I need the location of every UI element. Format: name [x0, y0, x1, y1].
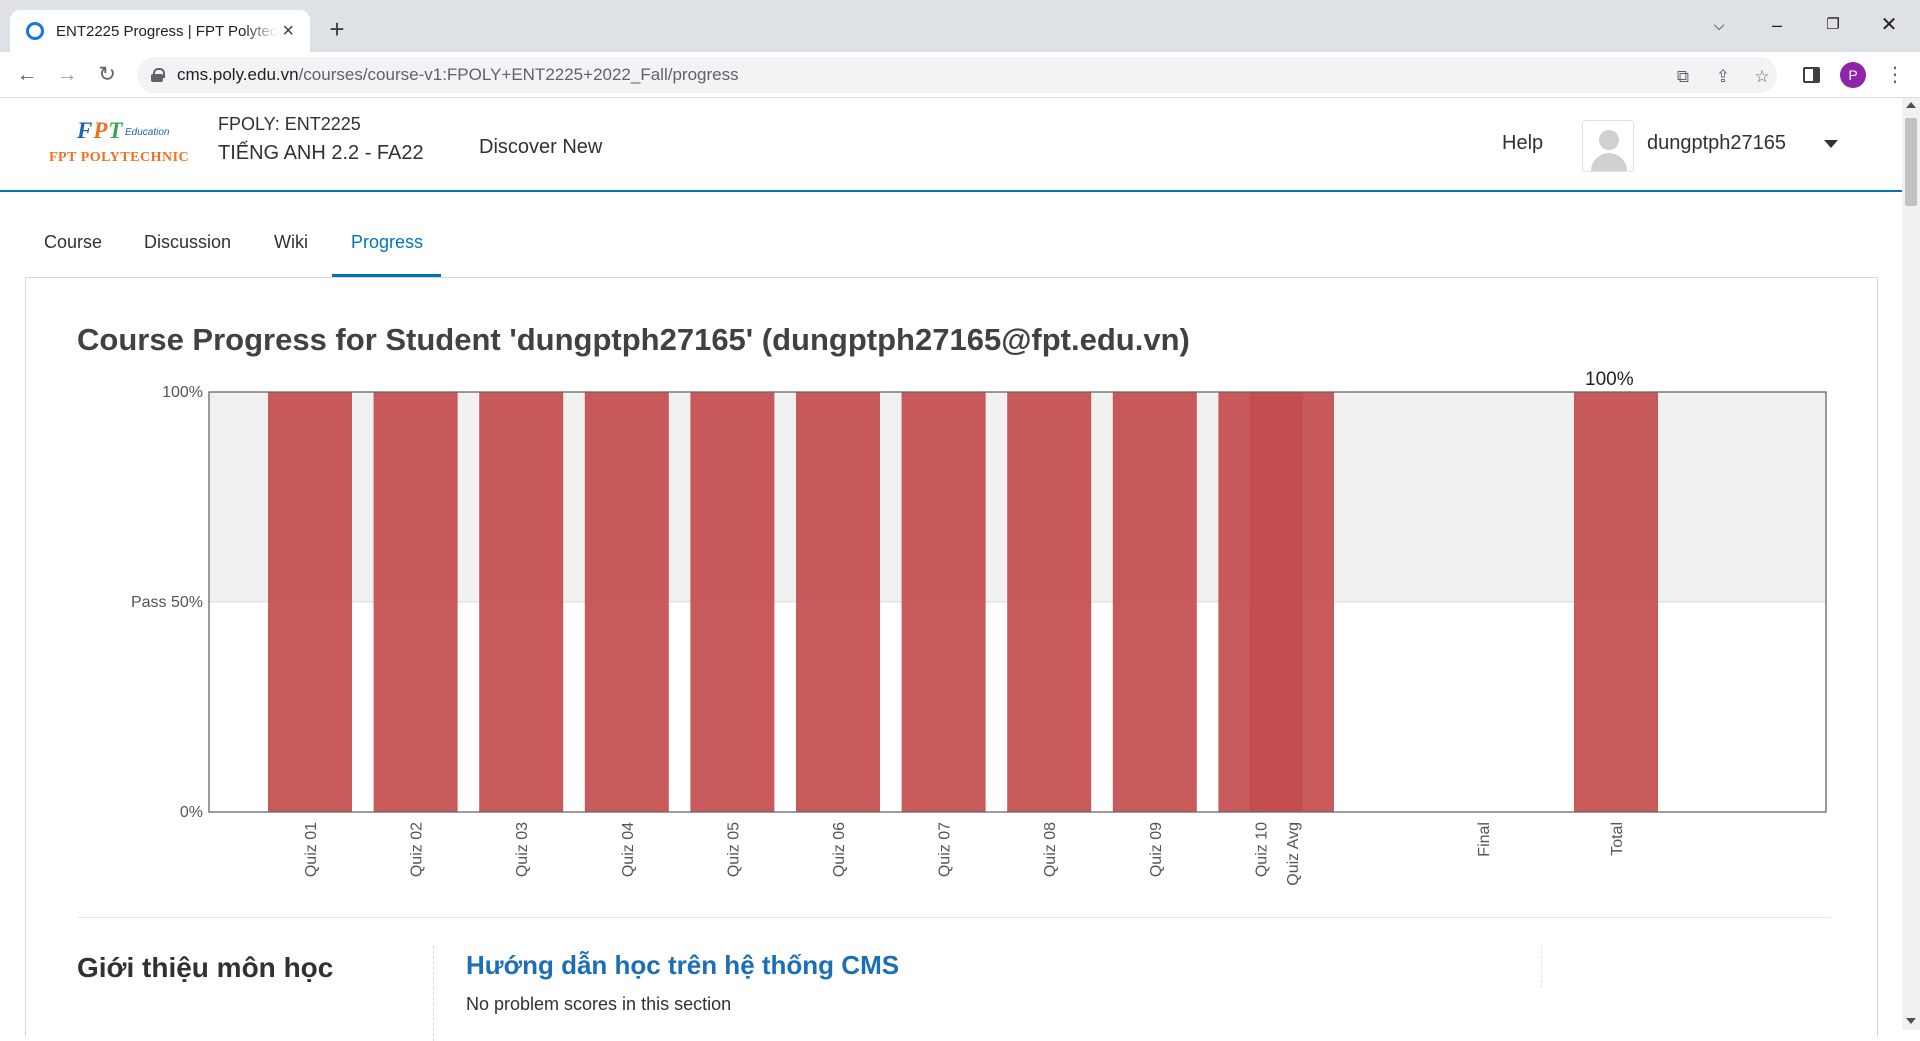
tab-course[interactable]: Course	[44, 222, 102, 278]
subsection-link[interactable]: Hướng dẫn học trên hệ thống CMS	[466, 950, 899, 981]
tab-discussion[interactable]: Discussion	[144, 222, 231, 278]
x-tick-label: Quiz 07	[937, 822, 954, 877]
x-tick-label: Quiz 01	[303, 822, 320, 877]
tab-search-chevron-icon[interactable]: ⌵	[1694, 10, 1744, 40]
progress-card: Course Progress for Student 'dungptph271…	[25, 277, 1878, 1041]
avatar-head-shape	[1599, 130, 1619, 150]
x-tick-label: Quiz 03	[514, 822, 531, 877]
x-tick-label: Quiz 09	[1148, 822, 1165, 877]
x-tick-label: Final	[1476, 822, 1493, 857]
scroll-thumb[interactable]	[1905, 118, 1917, 206]
grade-bar	[796, 392, 880, 812]
grade-bar	[1112, 392, 1197, 812]
lock-icon[interactable]	[151, 68, 165, 82]
logo-education-text: Education	[125, 127, 170, 138]
x-tick-label: Quiz 04	[620, 822, 637, 877]
grade-bar	[268, 392, 352, 812]
tab-title: ENT2225 Progress | FPT Polytechnic	[56, 22, 278, 40]
restore-icon[interactable]: ❐	[1808, 10, 1858, 40]
browser-menu-icon[interactable]: ⋮	[1885, 59, 1905, 91]
section-divider	[77, 917, 1830, 918]
grade-bar	[584, 392, 669, 812]
course-org: FPOLY: ENT2225	[218, 114, 361, 134]
y-tick-label: 100%	[162, 384, 203, 401]
username-menu[interactable]: dungptph27165	[1647, 132, 1786, 155]
url-domain: cms.poly.edu.vn	[177, 65, 299, 84]
share-icon[interactable]: ⇪	[1711, 65, 1735, 89]
fpt-polytechnic-logo[interactable]: FPT Education FPT POLYTECHNIC	[49, 118, 199, 174]
user-menu-caret-icon[interactable]	[1824, 140, 1838, 148]
site-favicon-icon	[26, 22, 44, 40]
x-tick-label: Quiz 08	[1042, 822, 1059, 877]
total-value-label: 100%	[1585, 369, 1634, 390]
browser-tabstrip: ENT2225 Progress | FPT Polytechnic × + ⌵…	[0, 0, 1920, 52]
window-close-icon[interactable]: ✕	[1864, 10, 1914, 40]
page-scrollbar[interactable]	[1902, 98, 1920, 1030]
grade-bar	[1007, 392, 1092, 812]
browser-tab[interactable]: ENT2225 Progress | FPT Polytechnic ×	[10, 10, 310, 52]
close-tab-icon[interactable]: ×	[278, 20, 298, 43]
url-text: cms.poly.edu.vn/courses/course-v1:FPOLY+…	[177, 65, 739, 85]
url-path: /courses/course-v1:FPOLY+ENT2225+2022_Fa…	[298, 65, 739, 84]
section-separator-right	[1541, 946, 1542, 988]
forward-icon[interactable]: →	[51, 59, 83, 91]
scroll-down-icon[interactable]	[1906, 1018, 1916, 1024]
discover-new-link[interactable]: Discover New	[479, 136, 602, 159]
section-separator	[433, 946, 434, 1041]
x-tick-label: Quiz 02	[409, 822, 426, 877]
back-icon[interactable]: ←	[11, 59, 43, 91]
grade-chart: Quiz 01 Quiz 02 Quiz 03 Quiz 04 Quiz 05 Quiz …	[131, 369, 1827, 886]
side-panel-icon[interactable]	[1803, 67, 1820, 83]
minimize-icon[interactable]: –	[1752, 10, 1802, 40]
logo-name-text: FPT POLYTECHNIC	[49, 150, 190, 165]
x-tick-label: Total	[1609, 822, 1626, 856]
x-tick-label: Quiz Avg	[1285, 822, 1302, 886]
site-header: FPT Education FPT POLYTECHNIC FPOLY: ENT…	[0, 98, 1902, 192]
help-link[interactable]: Help	[1502, 132, 1543, 155]
browser-toolbar: ← → ↻ cms.poly.edu.vn/courses/course-v1:…	[0, 52, 1920, 98]
grade-bar	[1250, 392, 1334, 812]
y-tick-label: 0%	[180, 804, 203, 821]
bookmark-star-icon[interactable]: ☆	[1750, 65, 1774, 89]
grade-bar	[479, 392, 564, 812]
grade-bar	[1574, 392, 1658, 812]
new-tab-icon[interactable]: +	[322, 14, 352, 44]
profile-avatar[interactable]: P	[1840, 62, 1866, 88]
avatar-body-shape	[1591, 153, 1627, 171]
subsection-note: No problem scores in this section	[466, 994, 732, 1014]
tab-wiki[interactable]: Wiki	[274, 222, 308, 278]
course-name: TIẾNG ANH 2.2 - FA22	[218, 142, 424, 164]
grade-bar	[901, 392, 986, 812]
section-title: Giới thiệu môn học	[77, 952, 334, 983]
scroll-up-icon[interactable]	[1906, 102, 1916, 108]
logo-fpt-mark: FPT	[77, 118, 124, 143]
grade-bar	[373, 392, 458, 812]
x-tick-label: Quiz 05	[725, 822, 742, 877]
x-tick-label: Quiz 06	[831, 822, 848, 877]
translate-icon[interactable]: ⧉	[1671, 65, 1695, 89]
y-tick-label: Pass 50%	[131, 594, 203, 611]
address-bar[interactable]: cms.poly.edu.vn/courses/course-v1:FPOLY+…	[137, 57, 1777, 93]
user-avatar[interactable]	[1582, 120, 1634, 172]
reload-icon[interactable]: ↻	[91, 59, 123, 91]
x-tick-label: Quiz 10	[1253, 822, 1270, 877]
tab-progress[interactable]: Progress	[332, 222, 442, 278]
grade-bar	[690, 392, 775, 812]
